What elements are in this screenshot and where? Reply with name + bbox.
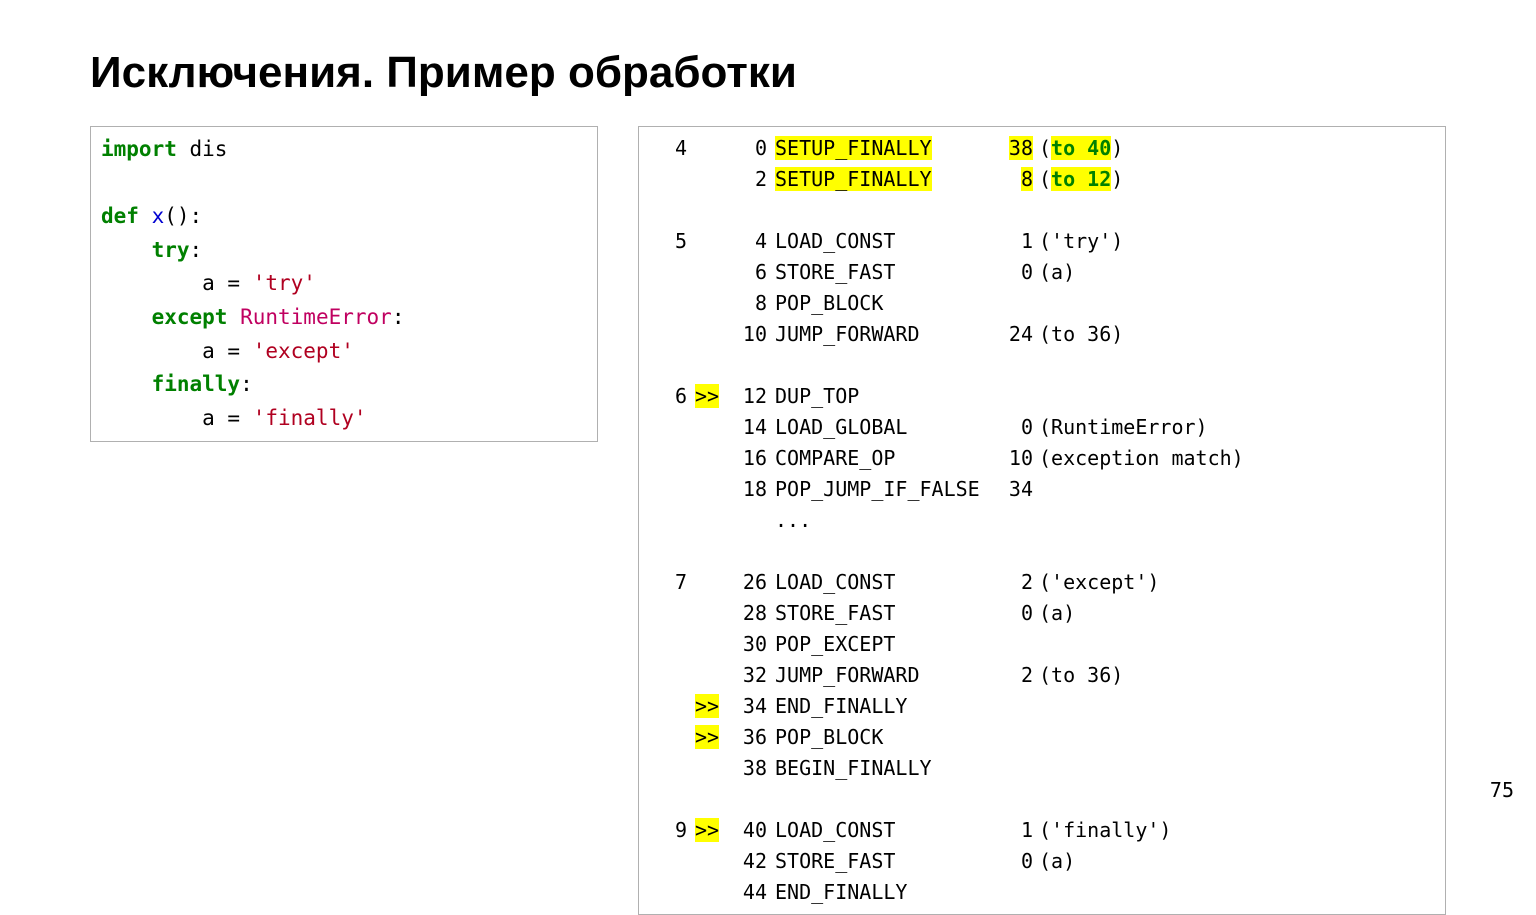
columns: import dis def x(): try: a = 'try' excep… — [90, 126, 1446, 915]
dis-row: 44END_FINALLY — [649, 877, 1435, 908]
slide-title: Исключения. Пример обработки — [90, 48, 1446, 98]
dis-row: 6>>12DUP_TOP — [649, 381, 1435, 412]
dis-row: 32JUMP_FORWARD2(to 36) — [649, 660, 1435, 691]
dis-row — [649, 784, 1435, 815]
dis-row: 28STORE_FAST0(a) — [649, 598, 1435, 629]
code-line: a = 'try' — [101, 267, 587, 301]
page-number: 75 — [1490, 778, 1514, 802]
dis-row: 30POP_EXCEPT — [649, 629, 1435, 660]
code-line — [101, 167, 587, 201]
dis-row — [649, 350, 1435, 381]
dis-row: 42STORE_FAST0(a) — [649, 846, 1435, 877]
dis-row: 8POP_BLOCK — [649, 288, 1435, 319]
code-line: try: — [101, 234, 587, 268]
code-line: a = 'finally' — [101, 402, 587, 436]
code-line: def x(): — [101, 200, 587, 234]
dis-row: 6STORE_FAST0(a) — [649, 257, 1435, 288]
dis-row: 10JUMP_FORWARD24(to 36) — [649, 319, 1435, 350]
code-line: finally: — [101, 368, 587, 402]
dis-row — [649, 536, 1435, 567]
dis-row: ... — [649, 505, 1435, 536]
dis-row: >>34END_FINALLY — [649, 691, 1435, 722]
dis-row — [649, 195, 1435, 226]
disassembly-box: 40SETUP_FINALLY38(to 40)2SETUP_FINALLY8(… — [638, 126, 1446, 915]
slide: Исключения. Пример обработки import dis … — [0, 0, 1536, 915]
code-line: import dis — [101, 133, 587, 167]
source-code-box: import dis def x(): try: a = 'try' excep… — [90, 126, 598, 442]
dis-row: 726LOAD_CONST2('except') — [649, 567, 1435, 598]
dis-row: >>36POP_BLOCK — [649, 722, 1435, 753]
code-line: except RuntimeError: — [101, 301, 587, 335]
code-line: a = 'except' — [101, 335, 587, 369]
dis-row: 9>>40LOAD_CONST1('finally') — [649, 815, 1435, 846]
dis-row: 54LOAD_CONST1('try') — [649, 226, 1435, 257]
dis-row: 38BEGIN_FINALLY — [649, 753, 1435, 784]
dis-row: 2SETUP_FINALLY8(to 12) — [649, 164, 1435, 195]
dis-row: 14LOAD_GLOBAL0(RuntimeError) — [649, 412, 1435, 443]
dis-row: 16COMPARE_OP10(exception match) — [649, 443, 1435, 474]
dis-row: 18POP_JUMP_IF_FALSE34 — [649, 474, 1435, 505]
dis-row: 40SETUP_FINALLY38(to 40) — [649, 133, 1435, 164]
